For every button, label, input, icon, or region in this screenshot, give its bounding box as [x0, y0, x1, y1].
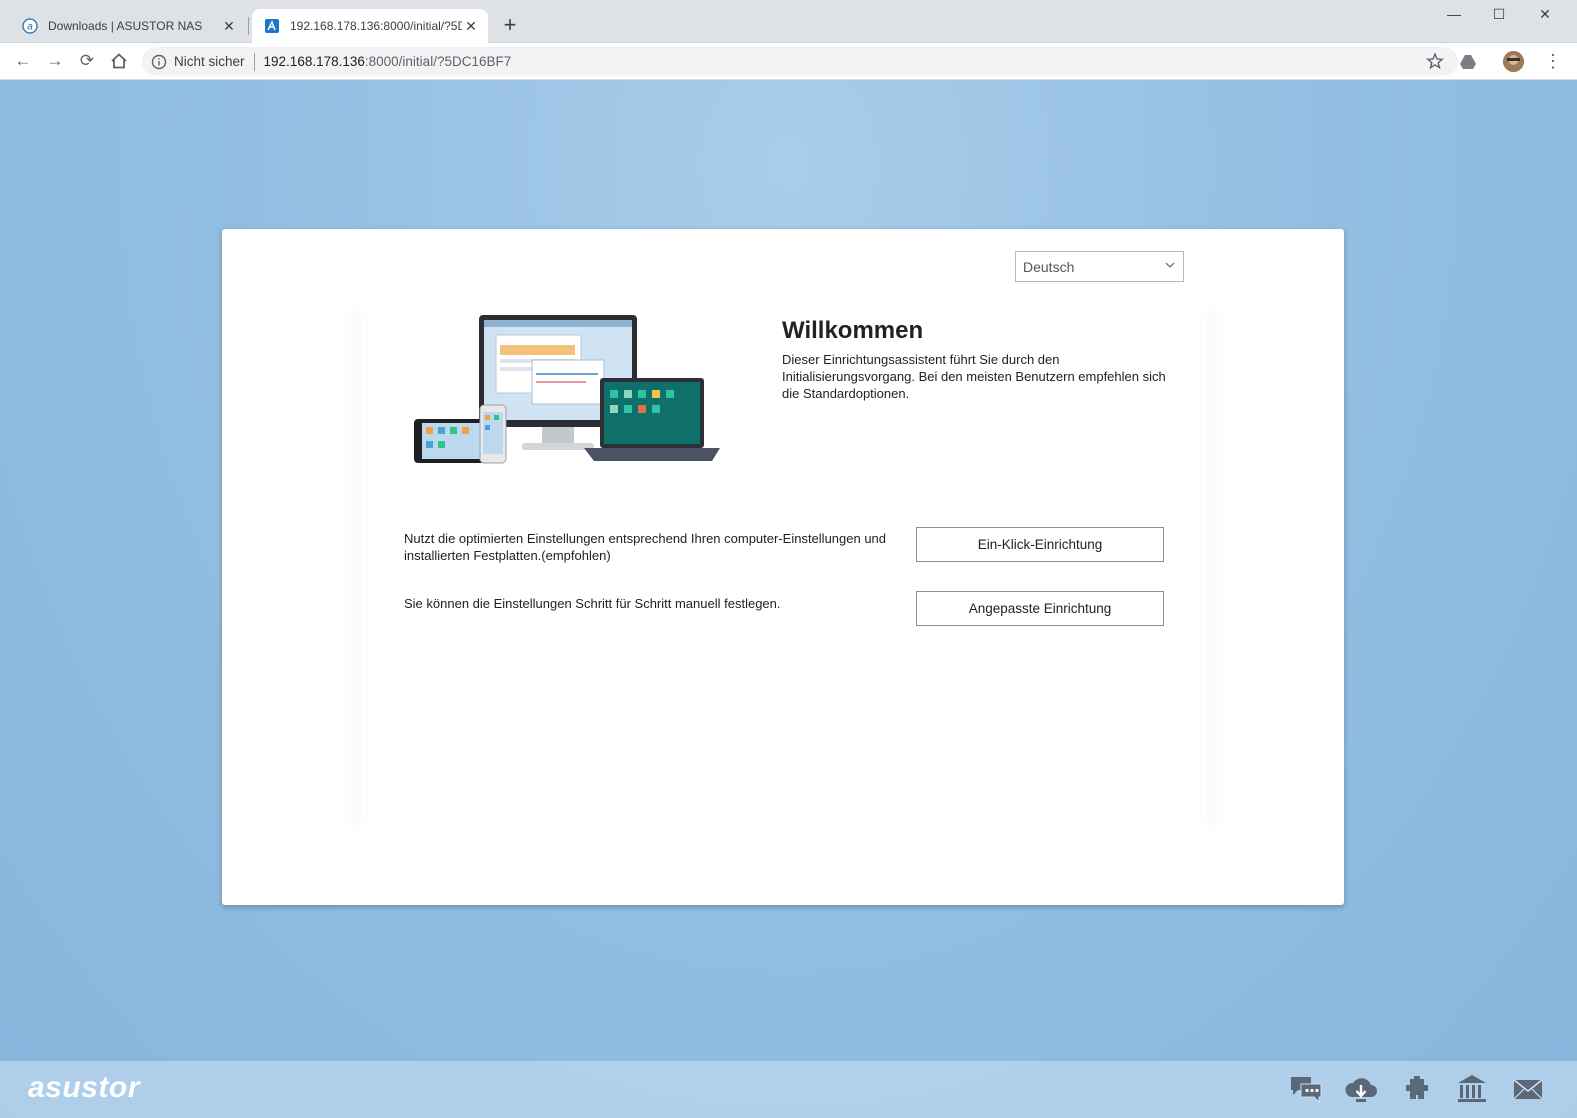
address-bar[interactable]: Nicht sicher 192.168.178.136:8000/initia…: [142, 47, 1458, 76]
tab-title: Downloads | ASUSTOR NAS: [48, 19, 203, 33]
bookmark-star-icon[interactable]: [1426, 52, 1444, 70]
browser-toolbar: ← → ⟳ Nicht sicher 192.168.178.136:8000/…: [0, 43, 1577, 80]
language-select[interactable]: Deutsch: [1015, 251, 1184, 282]
browser-menu-icon[interactable]: ⋮: [1544, 51, 1562, 71]
url-path: :8000/initial/?5DC16BF7: [364, 54, 512, 69]
tab-separator: [248, 17, 249, 35]
profile-avatar[interactable]: [1503, 51, 1524, 72]
maximize-icon[interactable]: ☐: [1488, 6, 1510, 28]
tab-initial[interactable]: 192.168.178.136:8000/initial/?5D ✕: [252, 9, 488, 43]
minimize-icon[interactable]: —: [1443, 6, 1465, 28]
svg-text:a: a: [27, 22, 33, 33]
custom-setup-description: Sie können die Einstellungen Schritt für…: [404, 596, 781, 611]
welcome-title: Willkommen: [782, 317, 924, 344]
window-close-icon[interactable]: ✕: [1534, 6, 1556, 28]
bottom-bar: asustor: [0, 1061, 1577, 1118]
chat-icon[interactable]: [1289, 1073, 1323, 1105]
asustor-favicon-icon: a: [22, 18, 38, 34]
home-icon[interactable]: [108, 50, 130, 72]
back-icon[interactable]: ←: [12, 50, 34, 72]
welcome-dialog: Deutsch Willkommen Dieser Einrichtungsas…: [222, 229, 1344, 905]
language-value: Deutsch: [1023, 258, 1075, 275]
one-click-setup-button[interactable]: Ein-Klick-Einrichtung: [916, 527, 1164, 562]
tab-title: 192.168.178.136:8000/initial/?5D: [290, 19, 462, 33]
mail-icon[interactable]: [1511, 1073, 1545, 1105]
chevron-down-icon: [1165, 262, 1175, 268]
panel-shadow-left: [362, 309, 364, 829]
panel-shadow-right: [1204, 309, 1206, 829]
devices-illustration: [414, 315, 720, 464]
one-click-description: Nutzt die optimierten Einstellungen ents…: [404, 531, 887, 563]
welcome-description: Dieser Einrichtungsassistent führt Sie d…: [782, 352, 1166, 401]
nas-setup-page: Deutsch Willkommen Dieser Einrichtungsas…: [0, 80, 1577, 1118]
tab-strip: a Downloads | ASUSTOR NAS ✕ 192.168.178.…: [0, 0, 1577, 43]
address-divider: [253, 52, 255, 71]
custom-setup-button[interactable]: Angepasste Einrichtung: [916, 591, 1164, 626]
asustor-app-icon: [265, 19, 279, 33]
new-tab-icon[interactable]: +: [498, 14, 522, 38]
url-host: 192.168.178.136: [263, 54, 365, 69]
cloud-download-icon[interactable]: [1344, 1073, 1378, 1105]
plugin-icon[interactable]: [1400, 1073, 1434, 1105]
drive-extension-icon[interactable]: [1458, 52, 1478, 72]
tab-downloads[interactable]: a Downloads | ASUSTOR NAS ✕: [10, 9, 246, 43]
tab-close-icon[interactable]: ✕: [220, 18, 238, 35]
asustor-logo: asustor: [28, 1071, 140, 1104]
bank-icon[interactable]: [1455, 1073, 1489, 1105]
info-icon[interactable]: [151, 54, 167, 70]
security-status: Nicht sicher: [174, 54, 245, 69]
forward-icon[interactable]: →: [44, 50, 66, 72]
avatar-image: [1503, 51, 1524, 72]
tab-close-icon[interactable]: ✕: [462, 18, 480, 35]
reload-icon[interactable]: ⟳: [76, 50, 98, 72]
